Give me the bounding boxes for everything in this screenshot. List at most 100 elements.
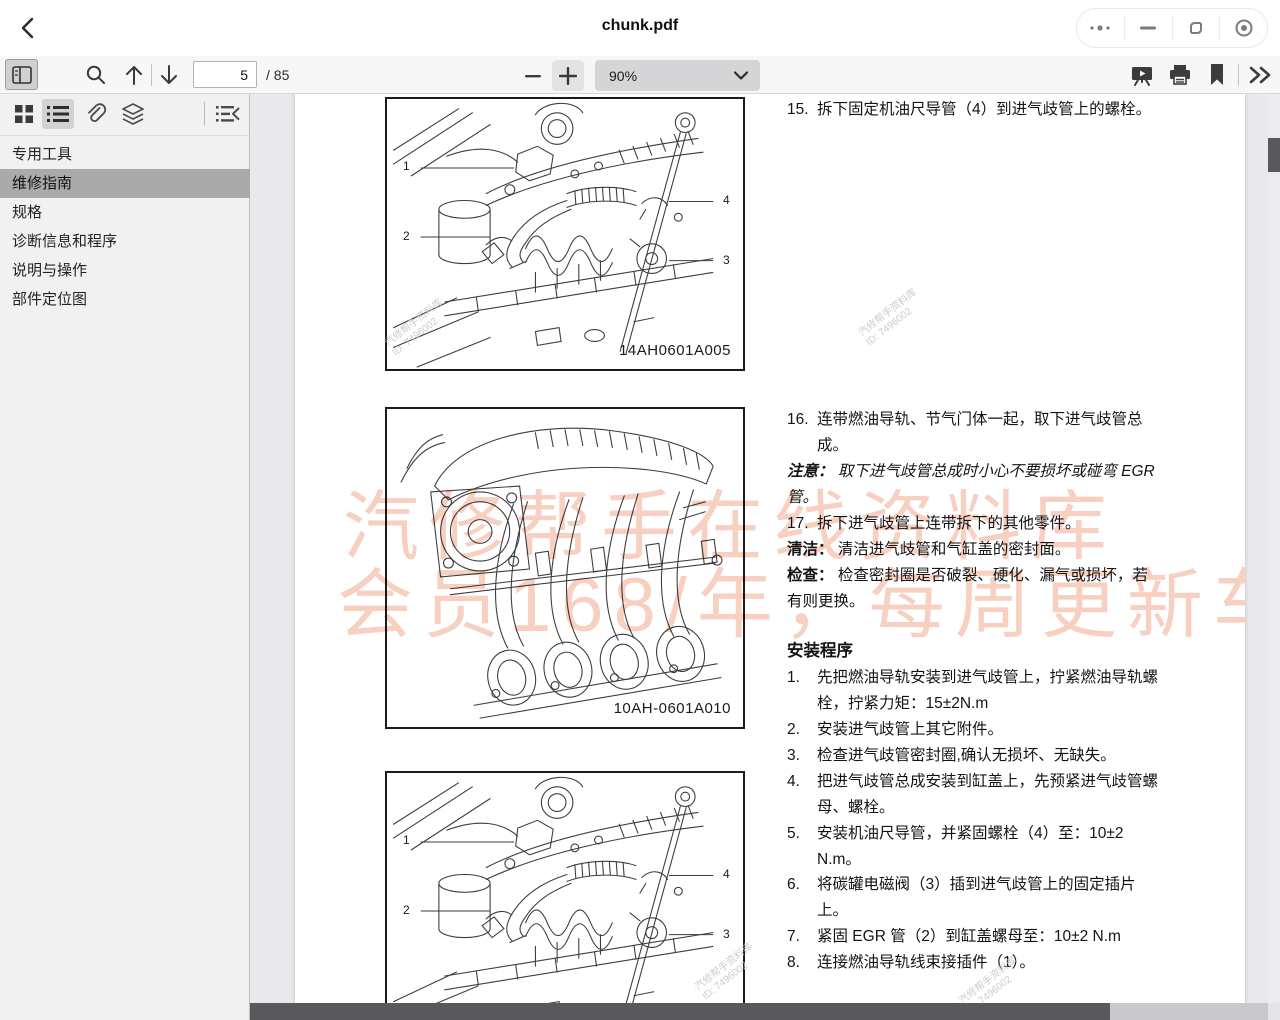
more-tools-button[interactable] (1246, 63, 1274, 87)
step-text: 拆下固定机油尺导管（4）到进气歧管上的螺栓。 (817, 97, 1159, 123)
step-16: 16. 连带燃油导轨、节气门体一起，取下进气歧管总成。 (787, 407, 1159, 459)
step-number: 6. (787, 872, 817, 924)
sidebar-item-specifications[interactable]: 规格 (0, 198, 250, 227)
pdf-viewer-window: chunk.pdf (0, 0, 1280, 1020)
callout-1: 1 (403, 833, 410, 847)
panel-left-icon (12, 66, 32, 84)
ellipsis-icon (1089, 23, 1111, 33)
locate-current-outline-button[interactable] (212, 99, 244, 129)
note-paragraph: 注意： 取下进气歧管总成时小心不要损坏或碰弯 EGR 管。 (787, 459, 1159, 511)
sidebar-item-special-tools[interactable]: 专用工具 (0, 140, 250, 169)
sidebar-item-instructions[interactable]: 说明与操作 (0, 256, 250, 285)
layers-tab[interactable] (117, 99, 149, 129)
install-step-8: 8. 连接燃油导轨线束接插件（1）。 (787, 950, 1159, 976)
list-icon (47, 104, 69, 124)
callout-2: 2 (403, 229, 410, 243)
step-number: 1. (787, 665, 817, 717)
horizontal-scrollbar-thumb[interactable] (250, 1003, 1110, 1020)
minimize-button[interactable] (1125, 16, 1173, 40)
previous-page-button[interactable] (122, 63, 146, 87)
step-text: 安装机油尺导管，并紧固螺栓（4）至：10±2 N.m。 (817, 821, 1159, 873)
sidebar-item-diagnostics[interactable]: 诊断信息和程序 (0, 227, 250, 256)
outline-tab[interactable] (42, 99, 74, 129)
arrow-down-icon (159, 64, 179, 86)
printer-icon (1168, 63, 1192, 87)
title-bar: chunk.pdf (0, 0, 1280, 56)
pdf-toolbar: / 85 90% (0, 56, 1280, 94)
step-text: 安装进气歧管上其它附件。 (817, 717, 1159, 743)
zoom-in-button[interactable] (552, 60, 584, 91)
step-number: 16. (787, 407, 817, 459)
bookmark-list: 专用工具 维修指南 规格 诊断信息和程序 说明与操作 部件定位图 (0, 140, 250, 314)
zoom-level-select[interactable]: 90% (595, 60, 760, 91)
step-17: 17. 拆下进气歧管上连带拆下的其他零件。 (787, 511, 1159, 537)
inspect-label: 检查： (787, 567, 834, 584)
zoom-out-button[interactable] (520, 63, 546, 89)
install-step-6: 6. 将碳罐电磁阀（3）插到进气歧管上的固定插片上。 (787, 872, 1159, 924)
restore-button[interactable] (1173, 16, 1221, 40)
document-title: chunk.pdf (602, 17, 678, 35)
manifold-line-drawing (387, 409, 743, 727)
step-text: 先把燃油导轨安装到进气歧管上，拧紧燃油导轨螺栓，拧紧力矩：15±2N.m (817, 665, 1159, 717)
corner-watermark-name: 汽修帮手资料库 (857, 287, 920, 340)
double-chevron-right-icon (1248, 65, 1272, 85)
step-number: 2. (787, 717, 817, 743)
step-text: 连带燃油导轨、节气门体一起，取下进气歧管总成。 (817, 407, 1159, 459)
paperclip-icon (85, 103, 107, 125)
more-options-button[interactable] (1077, 16, 1125, 40)
step-text: 把进气歧管总成安装到缸盖上，先预紧进气歧管螺母、螺栓。 (817, 769, 1159, 821)
figure-label: 10AH-0601A010 (614, 700, 731, 717)
horizontal-scrollbar[interactable] (250, 1003, 1268, 1020)
step-number: 15. (787, 97, 817, 123)
chevron-left-icon (12, 12, 44, 44)
step-text: 拆下进气歧管上连带拆下的其他零件。 (817, 511, 1159, 537)
zoom-level-value: 90% (609, 68, 734, 84)
corner-watermark: 汽修帮手资料库 ID: 7496002 (857, 287, 927, 349)
engine-line-drawing (387, 99, 743, 369)
next-page-button[interactable] (157, 63, 181, 87)
vertical-scrollbar[interactable] (1268, 94, 1280, 1003)
callout-2: 2 (403, 903, 410, 917)
step-number: 17. (787, 511, 817, 537)
install-step-1: 1. 先把燃油导轨安装到进气歧管上，拧紧燃油导轨螺栓，拧紧力矩：15±2N.m (787, 665, 1159, 717)
print-button[interactable] (1167, 62, 1193, 88)
figure-engine-bay-removal: 1 2 3 4 14AH0601A005 (385, 97, 745, 371)
presentation-button[interactable] (1129, 62, 1155, 88)
install-step-5: 5. 安装机油尺导管，并紧固螺栓（4）至：10±2 N.m。 (787, 821, 1159, 873)
sidebar-item-component-location[interactable]: 部件定位图 (0, 285, 250, 314)
window-controls (1076, 8, 1268, 48)
scrollbar-corner (1268, 1003, 1280, 1020)
callout-4: 4 (723, 193, 730, 207)
grid-icon (14, 104, 34, 124)
minus-icon (525, 74, 541, 78)
outline-locate-icon (216, 104, 240, 124)
step-text: 检查进气歧管密封圈,确认无损坏、无缺失。 (817, 743, 1159, 769)
step-text: 将碳罐电磁阀（3）插到进气歧管上的固定插片上。 (817, 872, 1159, 924)
document-area[interactable]: 1 2 3 4 14AH0601A005 10AH-0601A010 1 2 3… (250, 94, 1280, 1020)
presentation-icon (1130, 63, 1154, 87)
toolbar-divider (1238, 64, 1239, 86)
search-button[interactable] (84, 63, 108, 87)
step-number: 4. (787, 769, 817, 821)
back-button[interactable] (12, 12, 44, 44)
vertical-scrollbar-thumb[interactable] (1268, 138, 1280, 172)
callout-3: 3 (723, 927, 730, 941)
circle-dot-icon (1234, 18, 1254, 38)
restore-icon (1186, 18, 1206, 38)
sidebar-tabs-divider (204, 102, 205, 126)
engine-line-drawing (387, 773, 743, 1003)
thumbnails-tab[interactable] (8, 99, 40, 129)
callout-3: 3 (723, 253, 730, 267)
attachments-tab[interactable] (80, 99, 112, 129)
callout-4: 4 (723, 867, 730, 881)
sidebar-item-repair-guide[interactable]: 维修指南 (0, 169, 250, 198)
record-button[interactable] (1220, 16, 1267, 40)
step-number: 8. (787, 950, 817, 976)
bookmark-button[interactable] (1205, 62, 1229, 88)
page-number-input[interactable] (193, 61, 257, 88)
callout-1: 1 (403, 159, 410, 173)
bookmark-icon (1208, 63, 1226, 87)
sidebar-toggle-button[interactable] (5, 59, 38, 90)
search-icon (85, 64, 107, 86)
figure-intake-manifold: 10AH-0601A010 (385, 407, 745, 729)
